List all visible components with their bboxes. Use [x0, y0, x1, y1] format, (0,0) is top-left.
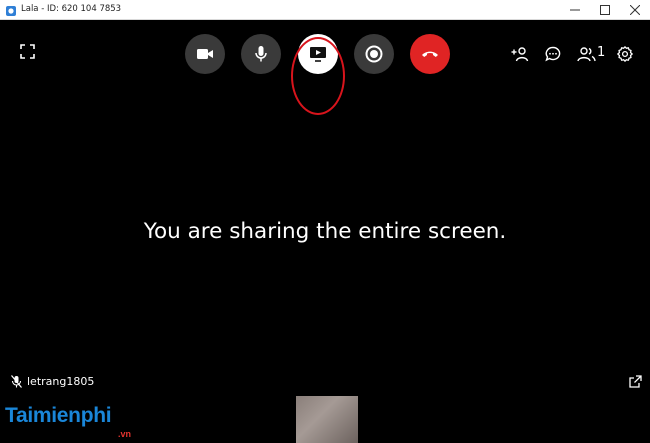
- call-stage: 1 You are sharing the entire screen. let…: [0, 20, 650, 443]
- watermark-logo: Taimienphi: [5, 404, 112, 427]
- fullscreen-icon[interactable]: [20, 44, 35, 64]
- video-camera-icon: [197, 49, 213, 59]
- window-title: Lala - ID: 620 104 7853: [21, 4, 122, 14]
- settings-icon[interactable]: [617, 46, 633, 67]
- add-participant-icon[interactable]: [511, 46, 529, 67]
- mic-muted-icon: [11, 375, 22, 393]
- maximize-button[interactable]: [590, 0, 620, 20]
- minimize-icon: [570, 9, 580, 11]
- maximize-icon: [600, 5, 610, 15]
- end-call-button[interactable]: [410, 34, 450, 74]
- close-button[interactable]: [620, 0, 650, 20]
- highlight-annotation: [291, 37, 345, 115]
- hang-up-icon: [422, 51, 438, 57]
- camera-button[interactable]: [185, 34, 225, 74]
- minimize-button[interactable]: [560, 0, 590, 20]
- microphone-icon: [255, 46, 267, 62]
- sharing-status-message: You are sharing the entire screen.: [143, 219, 507, 244]
- participants-count: 1: [597, 45, 606, 60]
- watermark-suffix: .vn: [118, 429, 132, 439]
- microphone-button[interactable]: [241, 34, 281, 74]
- app-logo-icon: [5, 4, 17, 16]
- self-video-thumbnail[interactable]: [296, 396, 358, 443]
- record-button[interactable]: [354, 34, 394, 74]
- chat-icon[interactable]: [545, 46, 561, 67]
- close-icon: [630, 5, 640, 15]
- title-bar: Lala - ID: 620 104 7853: [0, 0, 650, 20]
- record-icon: [365, 45, 383, 63]
- self-participant-name: letrang1805: [27, 375, 95, 388]
- participants-icon[interactable]: [577, 46, 596, 67]
- popout-icon[interactable]: [629, 375, 642, 393]
